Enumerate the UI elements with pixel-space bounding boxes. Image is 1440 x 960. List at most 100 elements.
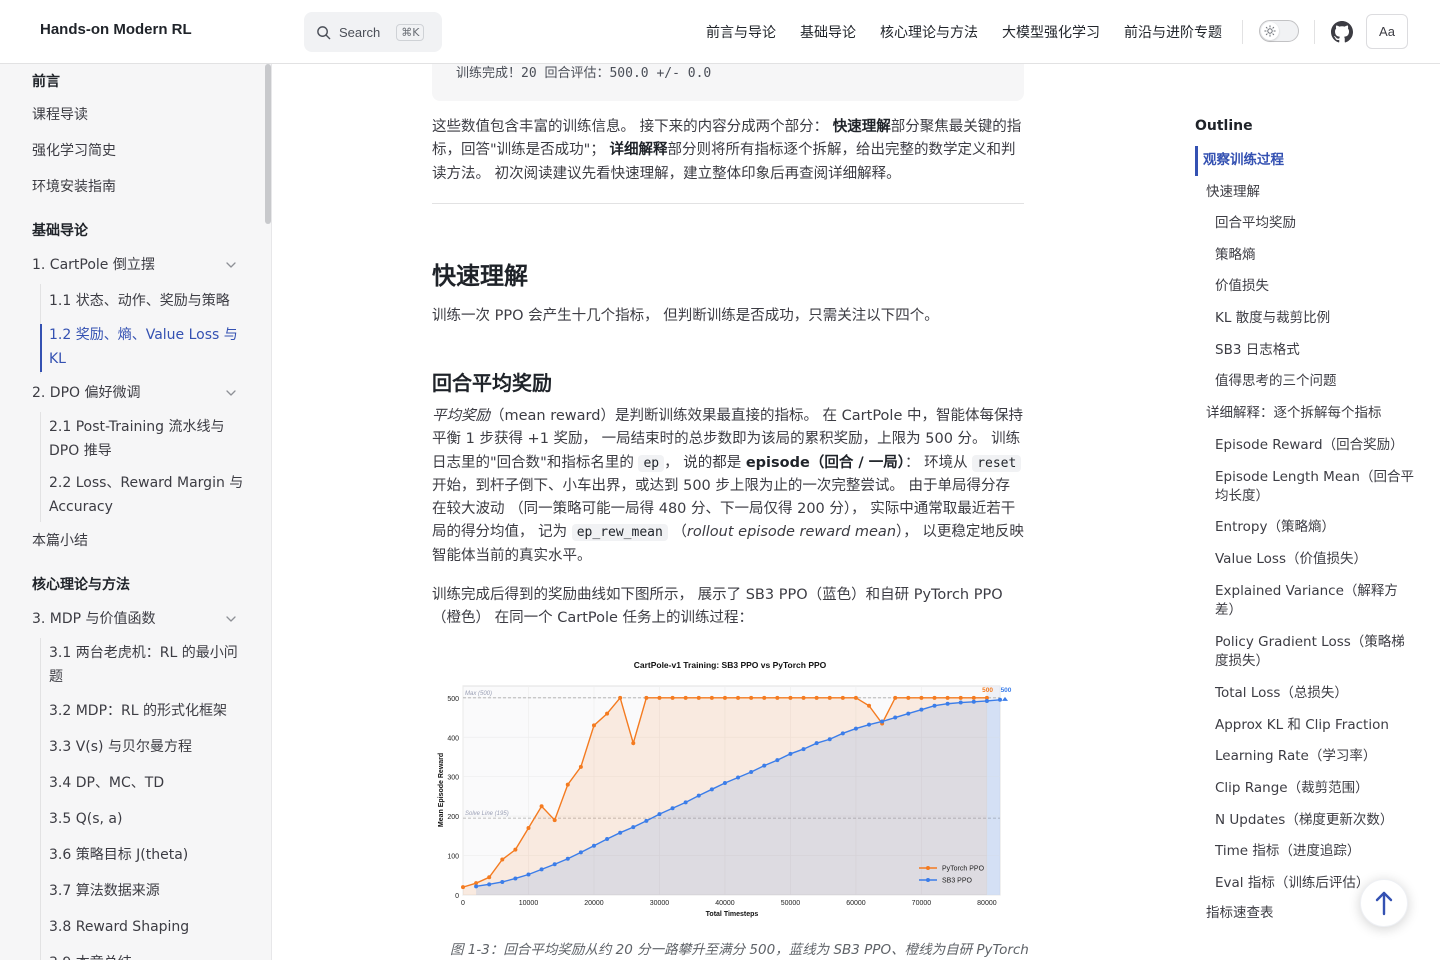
outline-item-explained-variance-解释方[interactable]: Explained Variance（解释方 xyxy=(1215,582,1398,601)
chart-point xyxy=(971,695,976,700)
sidebar-item-3-9-本章总结[interactable]: 3.9 本章总结 xyxy=(49,951,132,960)
chart-point xyxy=(827,737,832,742)
sidebar-item-环境安装指南[interactable]: 环境安装指南 xyxy=(32,175,116,199)
outline-item-policy-gradient-loss-策略梯[interactable]: Policy Gradient Loss（策略梯 xyxy=(1215,633,1405,652)
outline-item-time-指标-进度追踪[interactable]: Time 指标（进度追踪） xyxy=(1215,842,1360,861)
quick-paragraph: 训练一次 PPO 会产生十几个指标， 但判断训练是否成功，只需关注以下四个。 xyxy=(432,308,939,324)
chart-point xyxy=(945,695,950,700)
nav-link-preface[interactable]: 前言与导论 xyxy=(706,22,776,42)
sidebar-item-3-7-算法数据来源[interactable]: 3.7 算法数据来源 xyxy=(49,879,160,903)
sidebar-item-3-8-reward-shaping[interactable]: 3.8 Reward Shaping xyxy=(49,915,189,939)
site-title[interactable]: Hands-on Modern RL xyxy=(40,21,192,38)
chart-point xyxy=(500,857,505,862)
sidebar-item-前言[interactable]: 前言 xyxy=(32,70,60,94)
sidebar-item-dpo-推导: DPO 推导 xyxy=(49,443,112,459)
chart-xtick-label: 30000 xyxy=(650,900,670,907)
chart-point xyxy=(762,695,767,700)
search-button[interactable]: Search ⌘K xyxy=(304,12,442,52)
chart-xtick-label: 40000 xyxy=(715,900,735,907)
chart-point xyxy=(998,697,1002,702)
figure-caption: 图 1-3：回合平均奖励从约 20 分一路攀升至满分 500，蓝线为 SB3 P… xyxy=(450,942,1029,958)
chart-point xyxy=(670,695,675,700)
outline-item-值得思考的三个问题[interactable]: 值得思考的三个问题 xyxy=(1215,372,1337,391)
chart-end-marker xyxy=(1002,696,1008,701)
nav-link-basics[interactable]: 基础导论 xyxy=(800,22,856,42)
outline-item-entropy-策略熵[interactable]: Entropy（策略熵） xyxy=(1215,518,1335,537)
chart-point xyxy=(565,782,570,787)
outline-item-value-loss-价值损失[interactable]: Value Loss（价值损失） xyxy=(1215,550,1367,569)
chart-ytick-label: 300 xyxy=(447,775,459,782)
sidebar-item-3-3-v-s-与贝尔曼方程[interactable]: 3.3 V(s) 与贝尔曼方程 xyxy=(49,735,192,759)
outline-item-learning-rate-学习率[interactable]: Learning Rate（学习率） xyxy=(1215,747,1376,766)
appearance-button[interactable]: Aa xyxy=(1366,14,1408,49)
chart-xtick-label: 80000 xyxy=(977,900,997,907)
chart-point xyxy=(670,806,675,811)
outline-item-episode-reward-回合奖励[interactable]: Episode Reward（回合奖励） xyxy=(1215,436,1404,455)
chevron-down-icon[interactable] xyxy=(225,387,237,399)
chart-point xyxy=(591,843,596,848)
chart-point xyxy=(709,695,714,700)
sidebar-guide-line xyxy=(40,412,41,522)
sidebar-item-本篇小结[interactable]: 本篇小结 xyxy=(32,529,88,553)
chart-point xyxy=(591,723,596,728)
chart-point xyxy=(893,715,898,720)
outline-item-观察训练过程[interactable]: 观察训练过程 xyxy=(1203,151,1284,170)
nav-link-core-theory[interactable]: 核心理论与方法 xyxy=(880,22,978,42)
theme-toggle[interactable] xyxy=(1259,20,1299,42)
outline-item-eval-指标-训练后评估[interactable]: Eval 指标（训练后评估） xyxy=(1215,874,1369,893)
chart-point xyxy=(932,695,937,700)
chart-point xyxy=(683,800,688,805)
nav-link-advanced[interactable]: 前沿与进阶专题 xyxy=(1124,22,1222,42)
sidebar-item-3-4-dp-mc-td[interactable]: 3.4 DP、MC、TD xyxy=(49,771,164,795)
sidebar-item-3-mdp-与价值函数[interactable]: 3. MDP 与价值函数 xyxy=(32,607,156,631)
sidebar-item-3-1-两台老虎机-rl-的最小问[interactable]: 3.1 两台老虎机：RL 的最小问 xyxy=(49,641,238,665)
outline-item-kl-散度与裁剪比例[interactable]: KL 散度与裁剪比例 xyxy=(1215,309,1330,328)
sidebar-item-基础导论[interactable]: 基础导论 xyxy=(32,219,88,243)
sidebar-item-2-2-loss-reward-margin-与[interactable]: 2.2 Loss、Reward Margin 与 xyxy=(49,471,243,495)
sidebar-item-1-2-奖励-熵-value-loss-与[interactable]: 1.2 奖励、熵、Value Loss 与 xyxy=(49,323,238,347)
chart-end-label-sb3: 500 xyxy=(1001,687,1012,694)
outline-item-快速理解[interactable]: 快速理解 xyxy=(1206,183,1260,202)
outline-item-approx-kl-和-clip-fraction[interactable]: Approx KL 和 Clip Fraction xyxy=(1215,716,1389,735)
chart-point xyxy=(814,695,819,700)
sidebar-item-2-1-post-training-流水线与[interactable]: 2.1 Post-Training 流水线与 xyxy=(49,415,224,439)
sidebar-item-1-1-状态-动作-奖励与策略[interactable]: 1.1 状态、动作、奖励与策略 xyxy=(49,289,230,313)
outline-item-价值损失[interactable]: 价值损失 xyxy=(1215,277,1269,296)
sidebar-item-3-6-策略目标-j-theta[interactable]: 3.6 策略目标 J(theta) xyxy=(49,843,188,867)
intro-paragraph: 这些数值包含丰富的训练信息。 接下来的内容分成两个部分： 快速理解部分聚焦最关键… xyxy=(432,119,1022,182)
chart-point xyxy=(513,847,518,852)
github-icon[interactable] xyxy=(1331,21,1353,43)
sidebar-item-1-cartpole-倒立摆[interactable]: 1. CartPole 倒立摆 xyxy=(32,253,155,277)
chart-point xyxy=(683,695,688,700)
outline-item-sb3-日志格式[interactable]: SB3 日志格式 xyxy=(1215,341,1300,360)
outline-item-episode-length-mean-回合平[interactable]: Episode Length Mean（回合平 xyxy=(1215,468,1414,487)
sidebar-item-课程导读[interactable]: 课程导读 xyxy=(32,103,88,127)
outline-item-clip-range-裁剪范围[interactable]: Clip Range（裁剪范围） xyxy=(1215,779,1369,798)
chart-point xyxy=(539,804,544,809)
outline-item-详细解释-逐个拆解每个指标[interactable]: 详细解释：逐个拆解每个指标 xyxy=(1206,404,1382,423)
sidebar-item-3-5-q-s-a[interactable]: 3.5 Q(s, a) xyxy=(49,807,122,831)
chart-point xyxy=(526,872,531,877)
sidebar-item-强化学习简史[interactable]: 强化学习简史 xyxy=(32,139,116,163)
chart-point xyxy=(867,703,872,708)
sidebar-item-2-dpo-偏好微调[interactable]: 2. DPO 偏好微调 xyxy=(32,381,141,405)
outline-item-n-updates-梯度更新次数[interactable]: N Updates（梯度更新次数） xyxy=(1215,811,1393,830)
sidebar-item-3-2-mdp-rl-的形式化框架[interactable]: 3.2 MDP：RL 的形式化框架 xyxy=(49,699,227,723)
chart-legend-marker xyxy=(926,866,930,870)
outline-active-marker xyxy=(1195,146,1198,176)
chevron-down-icon[interactable] xyxy=(225,613,237,625)
sidebar-scrollbar[interactable] xyxy=(265,64,271,224)
outline-item-指标速查表[interactable]: 指标速查表 xyxy=(1206,904,1274,923)
chart-point xyxy=(880,719,885,724)
outline-item-total-loss-总损失[interactable]: Total Loss（总损失） xyxy=(1215,684,1348,703)
outline-item-策略熵[interactable]: 策略熵 xyxy=(1215,246,1256,265)
nav-link-llm-rl[interactable]: 大模型强化学习 xyxy=(1002,22,1100,42)
chevron-down-icon[interactable] xyxy=(225,259,237,271)
back-to-top-button[interactable] xyxy=(1360,879,1408,927)
chart-point xyxy=(565,856,570,861)
top-navbar: Hands-on Modern RL Search ⌘K 前言与导论 基础导论 … xyxy=(0,0,1440,64)
chart-point xyxy=(788,751,793,756)
outline-item-回合平均奖励[interactable]: 回合平均奖励 xyxy=(1215,214,1296,233)
chart-point xyxy=(801,747,806,752)
sidebar-item-核心理论与方法[interactable]: 核心理论与方法 xyxy=(32,573,130,597)
